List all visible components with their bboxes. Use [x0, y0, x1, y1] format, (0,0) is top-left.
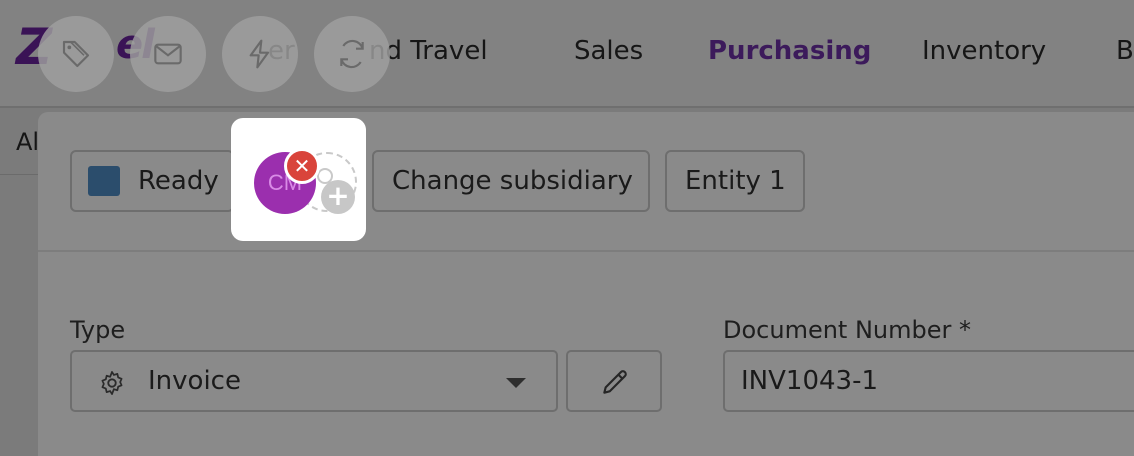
entity-label: Entity 1 [685, 166, 786, 196]
document-number-label: Document Number * [723, 316, 972, 344]
nav-item-more[interactable]: B [1116, 36, 1134, 66]
add-user-icon[interactable]: + [321, 180, 355, 214]
record-dialog: Ready Change subsidiary Entity 1 Type In… [38, 112, 1134, 456]
close-icon[interactable]: ✕ [284, 148, 320, 184]
status-label: Ready [138, 166, 219, 196]
gear-icon [101, 371, 123, 395]
sidebar-label[interactable]: Al [16, 128, 39, 156]
pencil-icon [603, 370, 627, 394]
type-value: Invoice [148, 366, 241, 396]
divider [0, 174, 38, 175]
mail-icon [154, 43, 182, 65]
nav-item-purchasing[interactable]: Purchasing [708, 36, 871, 66]
sidebar: Al [0, 110, 39, 456]
status-button[interactable]: Ready [70, 150, 234, 212]
workflow-button[interactable] [222, 16, 298, 92]
email-button[interactable] [130, 16, 206, 92]
refresh-button[interactable] [314, 16, 390, 92]
edit-type-button[interactable] [566, 350, 662, 412]
type-select[interactable]: Invoice [70, 350, 558, 412]
change-subsidiary-button[interactable]: Change subsidiary [372, 150, 650, 212]
status-color-swatch [88, 166, 120, 196]
divider [38, 250, 1134, 252]
change-subsidiary-label: Change subsidiary [392, 166, 633, 196]
tag-icon [62, 40, 90, 68]
nav-item-inventory[interactable]: Inventory [922, 36, 1046, 66]
refresh-icon [340, 39, 364, 69]
document-number-value: INV1043-1 [741, 366, 878, 396]
document-number-input[interactable]: INV1043-1 [723, 350, 1134, 412]
assignee-card: CM ✕ + [231, 118, 366, 241]
entity-button[interactable]: Entity 1 [665, 150, 805, 212]
nav-item-sales[interactable]: Sales [574, 36, 643, 66]
type-field-label: Type [70, 316, 126, 344]
lightning-icon [249, 39, 270, 69]
tag-button[interactable] [38, 16, 114, 92]
chevron-down-icon[interactable] [506, 378, 526, 388]
